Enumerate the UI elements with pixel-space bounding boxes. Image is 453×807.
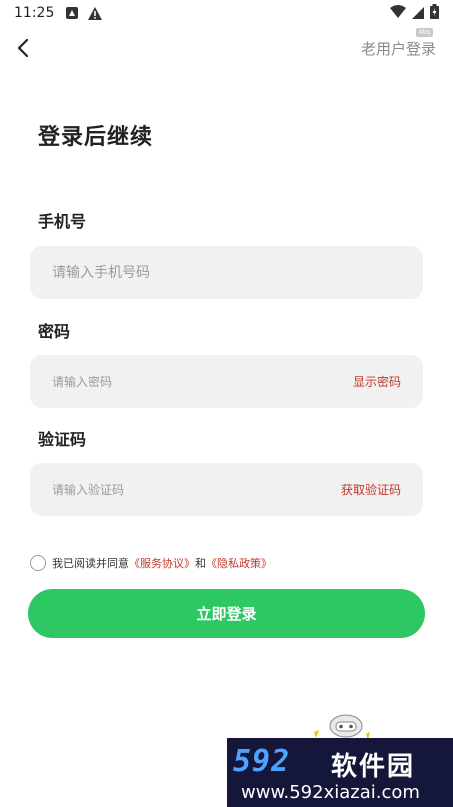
code-field[interactable]: 获取验证码 bbox=[30, 463, 423, 516]
agreement-row: 我已阅读并同意 《服务协议》 和 《隐私政策》 bbox=[30, 555, 272, 571]
show-password-button[interactable]: 显示密码 bbox=[353, 373, 401, 390]
service-agreement-link[interactable]: 《服务协议》 bbox=[129, 555, 195, 571]
code-input[interactable] bbox=[52, 463, 312, 516]
back-button[interactable] bbox=[14, 36, 36, 60]
privacy-policy-link[interactable]: 《隐私政策》 bbox=[206, 555, 272, 571]
phone-field[interactable] bbox=[30, 246, 423, 299]
old-user-login-link[interactable]: 老用户登录 bbox=[361, 38, 436, 59]
battery-icon bbox=[430, 4, 439, 23]
get-code-button[interactable]: 获取验证码 bbox=[341, 481, 401, 498]
login-button[interactable]: 立即登录 bbox=[28, 589, 425, 638]
warning-icon bbox=[88, 5, 102, 24]
phone-input[interactable] bbox=[52, 246, 312, 299]
chevron-left-icon bbox=[17, 38, 29, 58]
password-label: 密码 bbox=[38, 322, 71, 341]
agreement-checkbox[interactable] bbox=[30, 555, 46, 571]
system-status-icons bbox=[390, 4, 439, 23]
site-watermark: 592 软件园 www.592xiazai.com bbox=[227, 738, 453, 807]
password-input[interactable] bbox=[52, 355, 312, 408]
signal-icon bbox=[412, 4, 424, 23]
wifi-icon bbox=[390, 4, 406, 23]
watermark-number: 592 bbox=[233, 744, 291, 779]
agreement-prefix: 我已阅读并同意 bbox=[52, 557, 129, 570]
page-title: 登录后继续 bbox=[38, 125, 154, 150]
agreement-and: 和 bbox=[195, 557, 206, 570]
code-label: 验证码 bbox=[38, 430, 87, 449]
phone-label: 手机号 bbox=[38, 212, 87, 231]
status-bar: 11:25 bbox=[0, 0, 453, 28]
watermark-name: 软件园 bbox=[331, 752, 416, 782]
corner-tag: 4bq bbox=[415, 28, 433, 37]
watermark-url: www.592xiazai.com bbox=[241, 782, 420, 803]
status-time: 11:25 bbox=[14, 5, 55, 21]
app-notification-icon bbox=[66, 7, 78, 19]
password-field[interactable]: 显示密码 bbox=[30, 355, 423, 408]
